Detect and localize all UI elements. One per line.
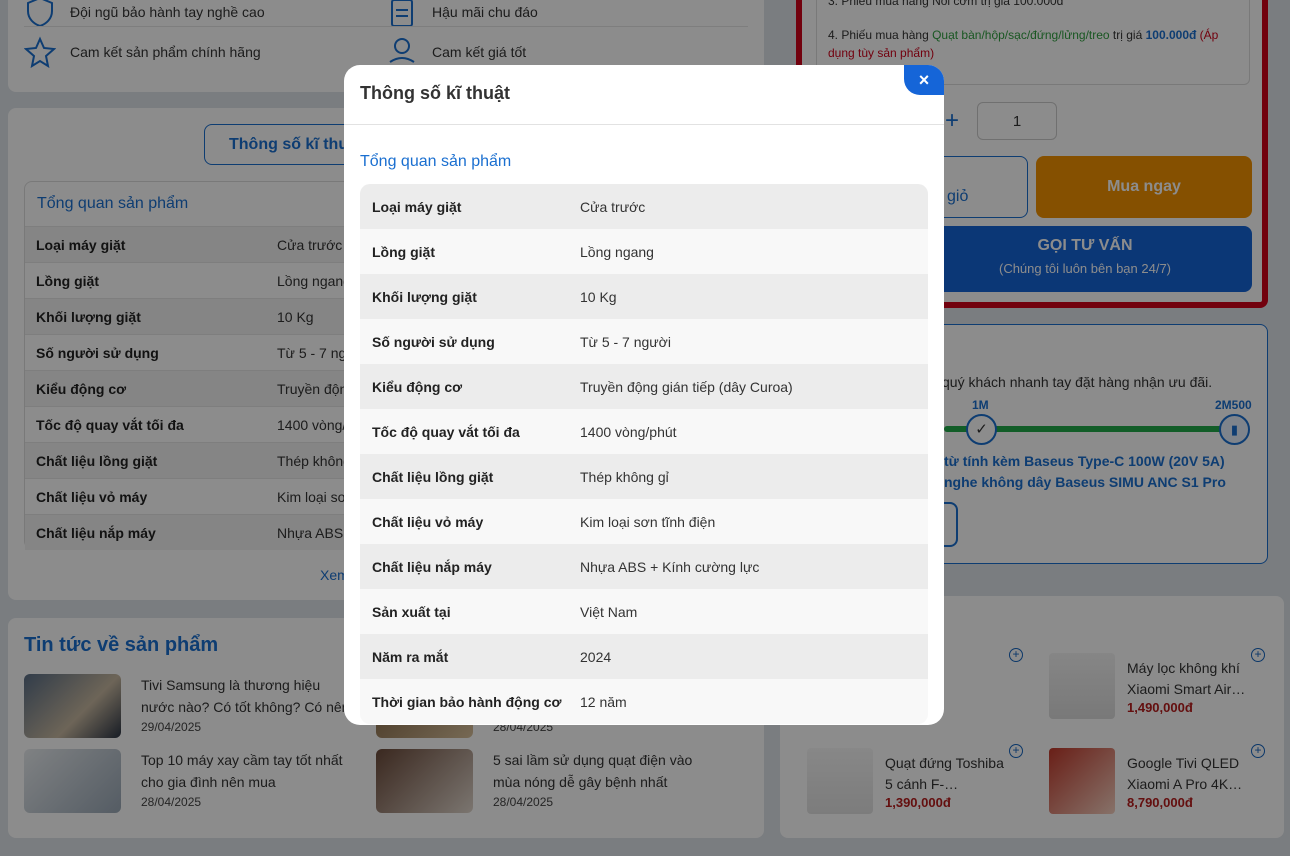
spec-value: Truyền động gián tiếp (dây Curoa) — [580, 378, 793, 395]
spec-key: Số người sử dụng — [372, 333, 495, 350]
spec-row: Lồng giặt Lồng ngang — [360, 229, 928, 274]
spec-row: Thời gian bảo hành động cơ 12 năm — [360, 679, 928, 724]
spec-value: 1400 vòng/phút — [580, 423, 677, 440]
spec-modal: Thông số kĩ thuật Tổng quan sản phẩm Loạ… — [344, 65, 944, 725]
spec-value: 2024 — [580, 648, 612, 665]
spec-value: Nhựa ABS + Kính cường lực — [580, 558, 760, 575]
spec-row: Số người sử dụng Từ 5 - 7 người — [360, 319, 928, 364]
spec-key: Khối lượng giặt — [372, 288, 477, 305]
modal-subtitle: Tổng quan sản phẩm — [360, 153, 512, 170]
spec-key: Chất liệu vỏ máy — [372, 513, 484, 530]
spec-key: Tốc độ quay vắt tối đa — [372, 423, 520, 440]
spec-row: Sản xuất tại Việt Nam — [360, 589, 928, 634]
spec-value: Cửa trước — [580, 198, 646, 215]
modal-title: Thông số kĩ thuật — [344, 65, 944, 125]
spec-key: Chất liệu lồng giặt — [372, 468, 494, 485]
spec-key: Lồng giặt — [372, 243, 435, 260]
spec-row: Năm ra mắt 2024 — [360, 634, 928, 679]
spec-value: Từ 5 - 7 người — [580, 333, 671, 350]
spec-key: Chất liệu nắp máy — [372, 558, 492, 575]
spec-value: Kim loại sơn tĩnh điện — [580, 513, 716, 530]
spec-key: Năm ra mắt — [372, 648, 449, 665]
close-button[interactable]: × — [904, 65, 944, 95]
spec-value: Việt Nam — [580, 603, 638, 620]
spec-key: Sản xuất tại — [372, 603, 451, 620]
spec-row: Khối lượng giặt 10 Kg — [360, 274, 928, 319]
spec-key: Loại máy giặt — [372, 198, 462, 215]
spec-value: Lồng ngang — [580, 243, 654, 260]
spec-row: Chất liệu lồng giặt Thép không gỉ — [360, 454, 928, 499]
spec-value: Thép không gỉ — [580, 468, 669, 485]
spec-value: 12 năm — [580, 693, 627, 710]
spec-key: Kiểu động cơ — [372, 378, 463, 395]
spec-row: Kiểu động cơ Truyền động gián tiếp (dây C… — [360, 364, 928, 409]
spec-row: Chất liệu nắp máy Nhựa ABS + Kính cường l… — [360, 544, 928, 589]
spec-row: Tốc độ quay vắt tối đa 1400 vòng/phút — [360, 409, 928, 454]
spec-row: Loại máy giặt Cửa trước — [360, 184, 928, 229]
spec-key: Thời gian bảo hành động cơ — [372, 693, 562, 710]
spec-table: Loại máy giặt Cửa trước Lồng giặt Lồng ngan… — [360, 184, 928, 724]
spec-value: 10 Kg — [580, 288, 617, 305]
spec-row: Chất liệu vỏ máy Kim loại sơn tĩnh điện — [360, 499, 928, 544]
